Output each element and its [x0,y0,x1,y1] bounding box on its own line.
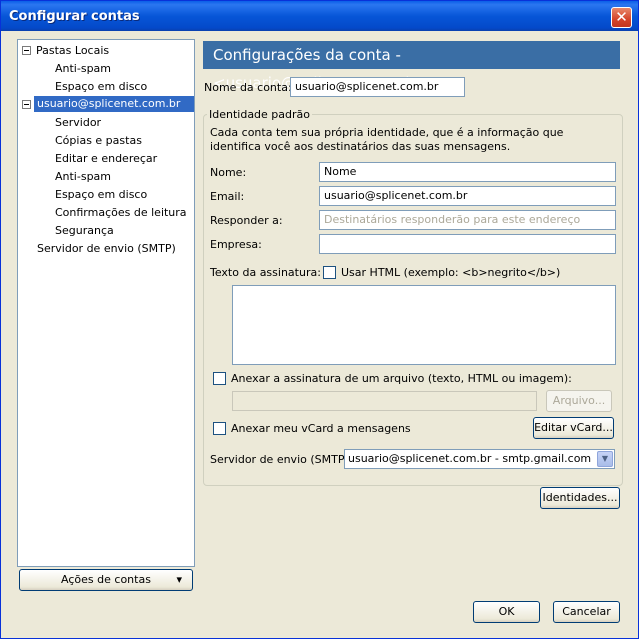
name-label: Nome: [210,166,247,179]
close-button[interactable]: ✕ [611,7,632,28]
signature-textarea[interactable] [232,285,616,365]
edit-vcard-button[interactable]: Editar vCard... [533,417,614,439]
use-html-checkbox[interactable] [323,266,336,279]
account-actions-label: Ações de contas [61,573,151,586]
email-label: Email: [210,190,245,203]
account-name-field[interactable]: usuario@splicenet.com.br [290,77,465,97]
signature-label: Texto da assinatura: [210,266,321,279]
signature-file-path [232,391,537,411]
reply-to-label: Responder a: [210,214,283,227]
tree-item-account[interactable]: usuario@splicenet.com.br [34,96,194,112]
smtp-select-value: usuario@splicenet.com.br - smtp.gmail.co… [348,452,592,465]
identity-group-title: Identidade padrão [207,108,313,121]
name-field[interactable]: Nome [319,162,616,182]
tree-item-smtp[interactable]: Servidor de envio (SMTP) [37,241,176,257]
title-bar[interactable]: Configurar contas ✕ [1,1,638,31]
smtp-select[interactable]: usuario@splicenet.com.br - smtp.gmail.co… [344,449,615,469]
chevron-down-icon[interactable]: ▼ [597,451,613,467]
attach-vcard-checkbox[interactable] [213,422,226,435]
tree-item-disk-space-local[interactable]: Espaço em disco [55,79,147,95]
dropdown-arrow-icon: ▾ [176,573,182,586]
account-name-label: Nome da conta: [204,81,292,94]
tree-item-security[interactable]: Segurança [55,223,114,239]
tree-item-antispam[interactable]: Anti-spam [55,169,111,185]
tree-item-local-folders[interactable]: Pastas Locais [36,43,109,59]
account-tree[interactable]: Pastas Locais Anti-spam Espaço em disco … [17,39,195,567]
collapse-icon[interactable] [22,100,31,109]
tree-item-compose-addressing[interactable]: Editar e endereçar [55,151,157,167]
attach-vcard-label[interactable]: Anexar meu vCard a mensagens [231,422,411,435]
reply-to-field[interactable]: Destinatários responderão para este ende… [319,210,616,230]
identity-description: Cada conta tem sua própria identidade, q… [210,126,564,153]
identities-button[interactable]: Identidades... [540,487,620,509]
dialog-window: Configurar contas ✕ Pastas Locais Anti-s… [0,0,639,639]
account-actions-button[interactable]: Ações de contas ▾ [19,569,193,591]
cancel-button[interactable]: Cancelar [553,601,620,623]
collapse-icon[interactable] [22,46,31,55]
tree-item-read-receipts[interactable]: Confirmações de leitura [55,205,187,221]
file-button[interactable]: Arquivo... [546,390,612,412]
tree-item-disk-space[interactable]: Espaço em disco [55,187,147,203]
tree-item-server[interactable]: Servidor [55,115,101,131]
window-title: Configurar contas [9,9,140,24]
use-html-label[interactable]: Usar HTML (exemplo: <b>negrito</b>) [341,266,560,279]
tree-item-copies-folders[interactable]: Cópias e pastas [55,133,142,149]
email-field[interactable]: usuario@splicenet.com.br [319,186,616,206]
close-icon: ✕ [615,8,628,26]
attach-signature-label[interactable]: Anexar a assinatura de um arquivo (texto… [231,372,572,385]
company-field[interactable] [319,234,616,254]
panel-header: Configurações da conta - <usuario@splice… [203,41,620,92]
ok-button[interactable]: OK [473,601,540,623]
smtp-label: Servidor de envio (SMTP): [210,453,353,466]
tree-item-antispam-local[interactable]: Anti-spam [55,61,111,77]
company-label: Empresa: [210,238,262,251]
attach-signature-checkbox[interactable] [213,372,226,385]
